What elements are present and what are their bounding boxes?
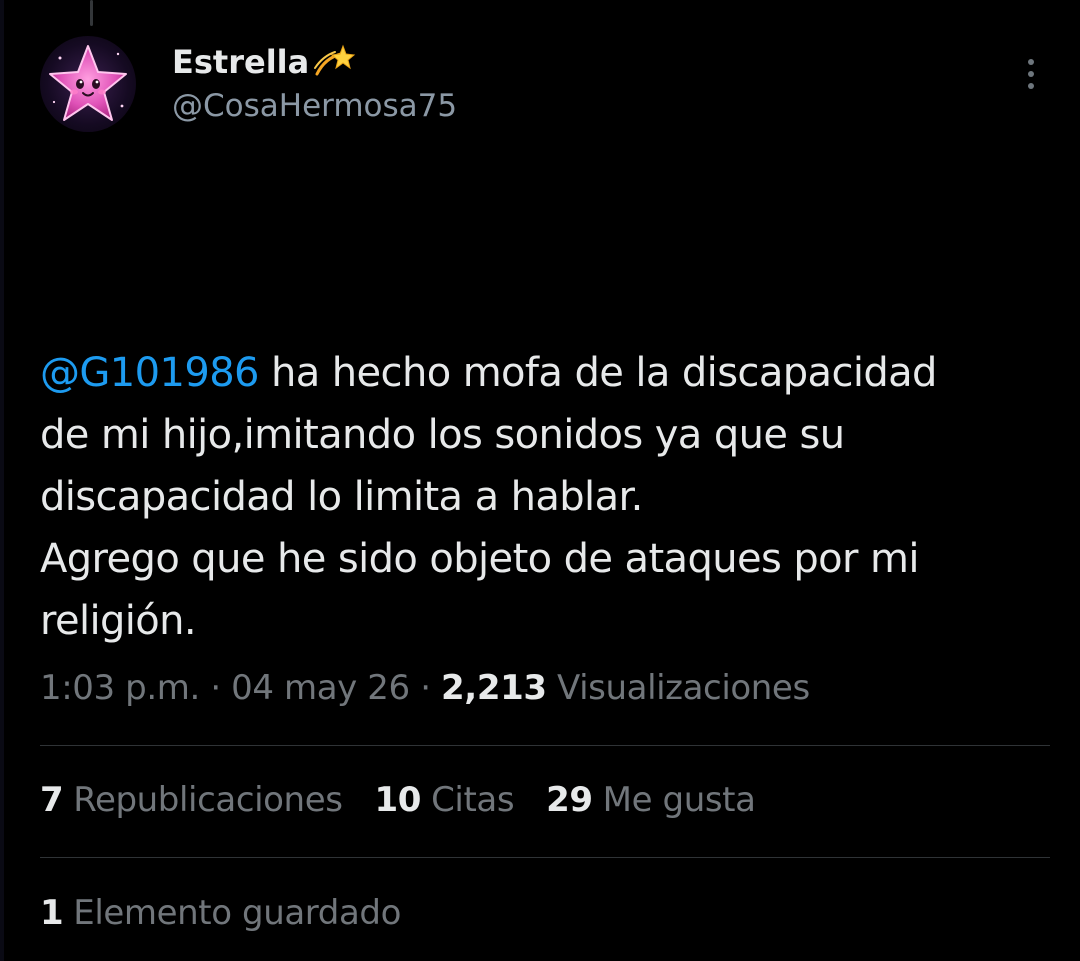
more-dot — [1028, 71, 1034, 77]
left-edge-strip — [0, 0, 4, 961]
engagement-stats: 7 Republicaciones 10 Citas 29 Me gusta — [40, 780, 756, 820]
quotes-stat[interactable]: 10 Citas — [375, 780, 515, 820]
dizzy-star-emoji-icon — [311, 42, 357, 82]
tweet-line-2: de mi hijo,imitando los sonidos ya que s… — [40, 412, 845, 458]
likes-label: Me gusta — [602, 780, 756, 820]
views-count: 2,213 — [441, 668, 547, 708]
tweet-line-1-text: ha hecho mofa de la discapacidad — [258, 350, 937, 396]
tweet-time[interactable]: 1:03 p.m. — [40, 668, 200, 708]
likes-stat[interactable]: 29 Me gusta — [546, 780, 756, 820]
meta-separator: · — [210, 668, 221, 708]
tweet-line-1: @G101986 ha hecho mofa de la discapacida… — [40, 342, 1040, 404]
user-handle[interactable]: @CosaHermosa75 — [172, 88, 457, 125]
tweet-text: @G101986 ha hecho mofa de la discapacida… — [40, 342, 1040, 652]
divider — [40, 745, 1050, 746]
tweet-date[interactable]: 04 may 26 — [231, 668, 410, 708]
more-dot — [1028, 59, 1034, 65]
display-name-text: Estrella — [172, 43, 310, 81]
bookmarks-stat[interactable]: 1 Elemento guardado — [40, 893, 401, 933]
reposts-label: Republicaciones — [73, 780, 343, 820]
meta-separator: · — [420, 668, 431, 708]
reposts-count: 7 — [40, 780, 64, 820]
display-name[interactable]: Estrella — [172, 40, 357, 84]
views-label: Visualizaciones — [557, 668, 810, 708]
avatar[interactable] — [40, 36, 136, 132]
likes-count: 29 — [546, 780, 593, 820]
tweet-line-3: discapacidad lo limita a hablar. — [40, 474, 643, 520]
mention-link[interactable]: @G101986 — [40, 350, 260, 396]
bookmarks-count: 1 — [40, 893, 64, 933]
more-vertical-icon[interactable] — [1014, 54, 1048, 94]
tweet-line-5: religión. — [40, 598, 197, 644]
bookmarks-label: Elemento guardado — [73, 893, 401, 933]
pink-star-character-icon — [49, 45, 127, 121]
tweet-meta: 1:03 p.m. · 04 may 26 · 2,213 Visualizac… — [40, 668, 810, 708]
more-dot — [1028, 83, 1034, 89]
tweet-line-4: Agrego que he sido objeto de ataques por… — [40, 536, 919, 582]
quotes-count: 10 — [374, 780, 422, 820]
quotes-label: Citas — [431, 780, 515, 820]
reposts-stat[interactable]: 7 Republicaciones — [40, 780, 343, 820]
divider — [40, 857, 1050, 858]
thread-connector-line — [90, 0, 93, 26]
